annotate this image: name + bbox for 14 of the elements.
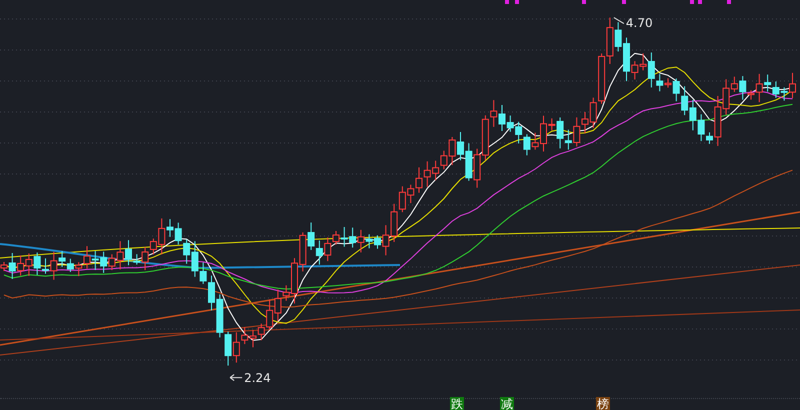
marker-square	[622, 0, 626, 4]
leader-line	[230, 374, 243, 382]
signal-badge: 跌	[450, 397, 464, 410]
leader-line	[613, 17, 624, 24]
marker-square	[582, 0, 586, 4]
high-price-label: 4.70	[626, 16, 653, 30]
low-price-label: 2.24	[244, 370, 271, 385]
signal-badge: 榜	[596, 397, 610, 410]
marker-square	[698, 0, 702, 4]
marker-square	[505, 0, 509, 4]
marker-square	[690, 0, 694, 4]
signal-badge: 减	[500, 397, 514, 410]
marker-square	[515, 0, 519, 4]
marker-square	[727, 0, 731, 4]
